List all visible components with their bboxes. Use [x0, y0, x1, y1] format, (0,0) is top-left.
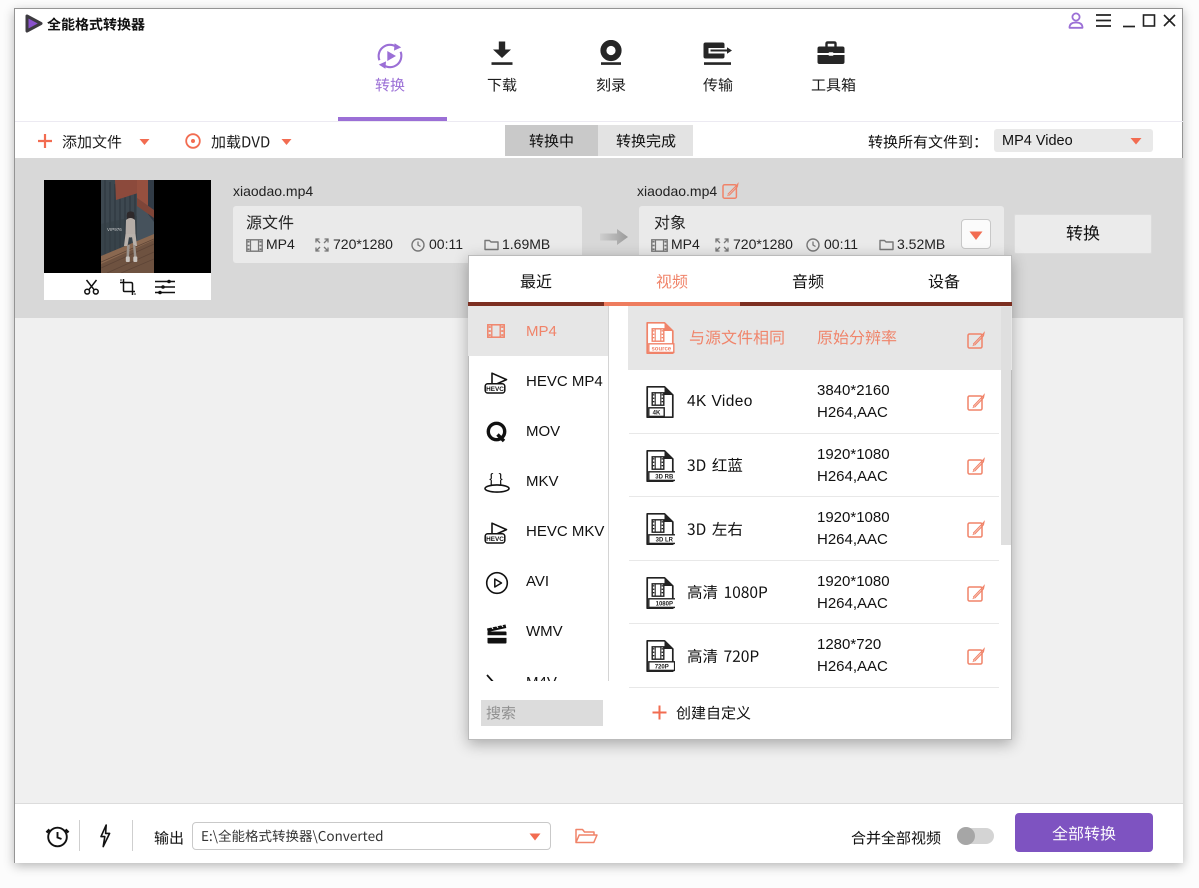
- svg-text:4K: 4K: [653, 411, 661, 417]
- svg-text:720P: 720P: [655, 665, 669, 671]
- svg-text:1080P: 1080P: [656, 601, 673, 607]
- svg-text:3D RB: 3D RB: [655, 474, 674, 480]
- svg-text:HEVC: HEVC: [486, 536, 504, 543]
- svg-text:VIP976: VIP976: [107, 227, 122, 232]
- svg-text:source: source: [651, 347, 671, 353]
- svg-text:HEVC: HEVC: [486, 386, 504, 393]
- svg-text:3D LR: 3D LR: [656, 538, 674, 544]
